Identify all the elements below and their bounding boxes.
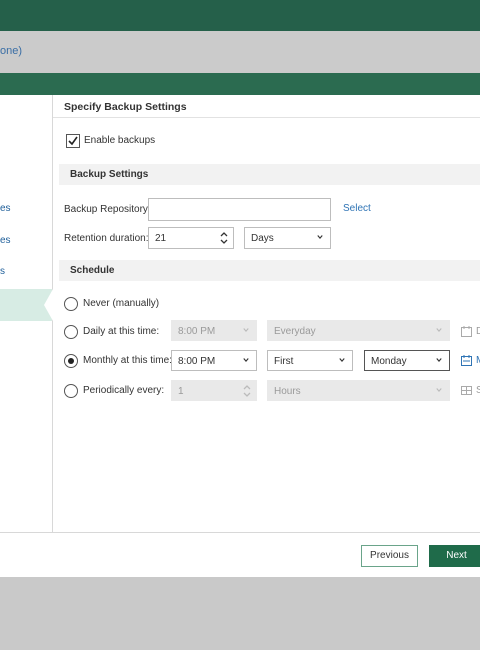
chevron-down-icon xyxy=(243,328,249,332)
sidebar-item-3[interactable]: s xyxy=(0,266,5,282)
monthly-radio[interactable] xyxy=(64,354,78,368)
enable-backups-checkbox[interactable] xyxy=(66,134,80,148)
sidebar-item-2[interactable]: es xyxy=(0,235,11,251)
wizard-header xyxy=(0,73,480,95)
monthly-week-select[interactable]: First xyxy=(267,350,353,371)
divider xyxy=(53,117,480,118)
monthly-months-link[interactable]: M xyxy=(476,355,480,366)
never-radio[interactable] xyxy=(64,297,78,311)
sidebar-item-1[interactable]: es xyxy=(0,203,11,219)
chevron-down-icon xyxy=(436,358,442,362)
spinner-arrows-icon[interactable] xyxy=(242,383,252,399)
retention-stepper[interactable]: 21 xyxy=(148,227,234,249)
chevron-down-icon xyxy=(436,328,442,332)
previous-button[interactable]: Previous xyxy=(361,545,418,567)
periodic-value-stepper[interactable]: 1 xyxy=(171,380,257,401)
monthly-time-select[interactable]: 8:00 PM xyxy=(171,350,257,371)
monthly-day-select[interactable]: Monday xyxy=(364,350,450,371)
daily-time-select[interactable]: 8:00 PM xyxy=(171,320,257,341)
select-repository-link[interactable]: Select xyxy=(343,203,371,214)
next-button[interactable]: Next xyxy=(429,545,480,567)
never-label: Never (manually) xyxy=(83,298,160,309)
spinner-arrows-icon[interactable] xyxy=(219,230,229,246)
app-header-bar xyxy=(0,0,480,31)
repository-input[interactable] xyxy=(148,198,331,221)
repository-label: Backup Repository: xyxy=(64,204,151,215)
periodic-schedule-link[interactable]: S xyxy=(476,385,480,396)
calendar-icon[interactable] xyxy=(461,355,472,366)
calendar-icon[interactable] xyxy=(461,326,472,337)
section-title: Backup Settings xyxy=(70,169,149,180)
backup-wizard-dialog: es es s Specify Backup Settings Enable b… xyxy=(0,95,480,577)
page-title: Specify Backup Settings xyxy=(64,101,187,113)
daily-frequency-select[interactable]: Everyday xyxy=(267,320,450,341)
breadcrumb-bar: one) xyxy=(0,31,480,73)
sidebar-item-current[interactable] xyxy=(0,289,53,321)
schedule-section: Schedule xyxy=(59,260,480,281)
daily-days-link[interactable]: D xyxy=(476,326,480,337)
breadcrumb[interactable]: one) xyxy=(0,45,22,57)
wizard-footer: Previous Next xyxy=(0,532,480,577)
periodic-unit-select[interactable]: Hours xyxy=(267,380,450,401)
retention-unit-select[interactable]: Days xyxy=(244,227,331,249)
backup-settings-section: Backup Settings xyxy=(59,164,480,185)
daily-radio[interactable] xyxy=(64,325,78,339)
chevron-down-icon xyxy=(339,358,345,362)
wizard-steps-sidebar: es es s xyxy=(0,95,53,532)
section-title: Schedule xyxy=(70,265,115,276)
monthly-label: Monthly at this time: xyxy=(83,355,172,366)
chevron-down-icon xyxy=(317,235,323,239)
periodic-label: Periodically every: xyxy=(83,385,165,396)
periodic-radio[interactable] xyxy=(64,384,78,398)
enable-backups-label: Enable backups xyxy=(84,135,156,146)
grid-icon[interactable] xyxy=(461,385,472,396)
retention-label: Retention duration: xyxy=(64,233,149,244)
chevron-down-icon xyxy=(243,358,249,362)
wizard-content: Specify Backup Settings Enable backups B… xyxy=(53,95,480,532)
chevron-down-icon xyxy=(436,388,442,392)
daily-label: Daily at this time: xyxy=(83,326,160,337)
checkmark-icon xyxy=(68,136,78,146)
